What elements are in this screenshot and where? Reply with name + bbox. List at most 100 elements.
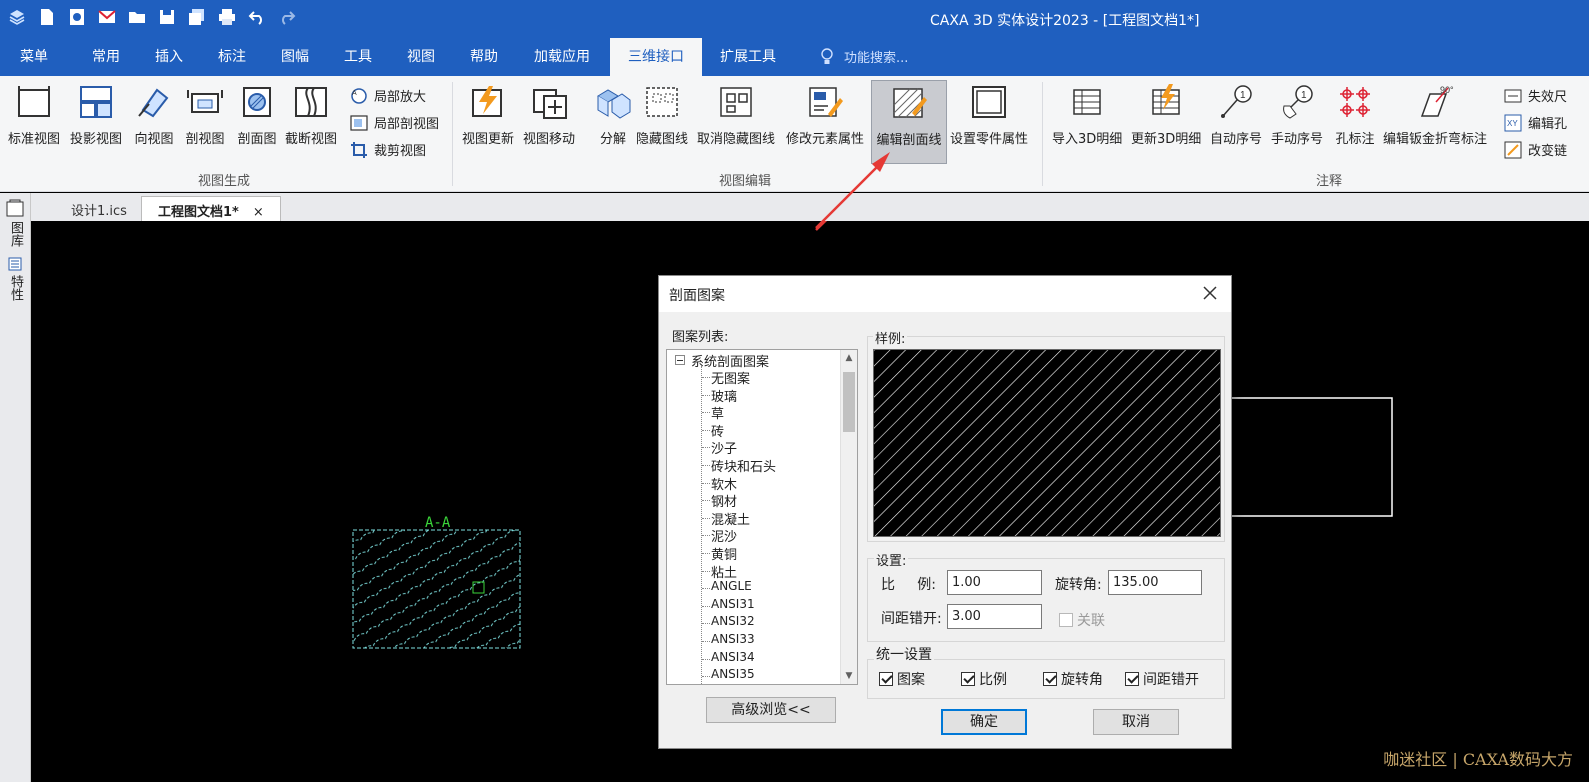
tab-load-apps[interactable]: 加载应用 — [534, 46, 590, 66]
tree-guide-line — [702, 535, 710, 537]
ok-button[interactable]: 确定 — [941, 709, 1027, 735]
standard-view-button[interactable]: 标准视图 — [8, 82, 60, 147]
cancel-button[interactable]: 取消 — [1093, 709, 1179, 735]
pattern-item[interactable]: 混凝土 — [711, 509, 750, 528]
change-chain-button[interactable]: 改变链 — [1504, 140, 1567, 159]
pattern-item[interactable]: ANSI33 — [711, 632, 755, 646]
doc-tab-drawing1[interactable]: 工程图文档1* × — [141, 196, 281, 221]
cross-section-button[interactable]: 剖面图 — [236, 82, 278, 147]
partial-section-button[interactable]: 局部剖视图 — [350, 113, 439, 132]
tab-sheet[interactable]: 图幅 — [281, 46, 309, 66]
unify-scale-checkbox[interactable]: 比例 — [961, 669, 1007, 689]
view-update-button[interactable]: 视图更新 — [462, 82, 514, 147]
set-part-attributes-button[interactable]: 设置零件属性 — [950, 82, 1028, 147]
edit-hole-button[interactable]: XY 编辑孔 — [1504, 113, 1567, 132]
scale-input[interactable]: 1.00 — [947, 570, 1042, 595]
invalid-dimension-button[interactable]: 失效尺 — [1504, 86, 1567, 105]
spacing-input[interactable]: 3.00 — [947, 604, 1042, 629]
pattern-item[interactable]: 砖 — [711, 421, 724, 440]
open-template-icon[interactable] — [66, 6, 88, 28]
tree-guide-line — [702, 412, 710, 414]
unify-spacing-checkbox[interactable]: 间距错开 — [1125, 669, 1199, 689]
pattern-item[interactable]: 软木 — [711, 474, 737, 493]
detail-zoom-button[interactable]: A 局部放大 — [350, 86, 426, 105]
section-view-button[interactable]: 剖视图 — [184, 82, 226, 147]
rotation-input[interactable]: 135.00 — [1108, 570, 1202, 595]
collapse-icon[interactable] — [675, 355, 685, 365]
scroll-up-icon[interactable]: ▲ — [844, 353, 854, 363]
folder-icon[interactable] — [126, 6, 148, 28]
group-label-annotation: 注释 — [1316, 174, 1343, 189]
unify-label: 统一设置 — [874, 644, 934, 664]
layers-icon[interactable] — [6, 6, 28, 28]
tab-menu[interactable]: 菜单 — [20, 46, 48, 66]
save-icon[interactable] — [156, 6, 178, 28]
sidebar-item-library[interactable]: 图库 — [7, 221, 25, 247]
mail-icon[interactable] — [96, 6, 118, 28]
close-icon[interactable] — [1201, 284, 1219, 302]
unify-pattern-checkbox[interactable]: 图案 — [879, 669, 925, 689]
pattern-tree[interactable]: 系统剖面图案 无图案 玻璃草砖沙子 砖块和石头 软木 钢材 混凝土 泥沙 黄铜 粘土 ANGLE A… — [666, 349, 858, 685]
pattern-item[interactable]: 泥沙 — [711, 526, 737, 545]
associate-checkbox[interactable]: 关联 — [1059, 610, 1105, 630]
feature-search[interactable]: 功能搜索... — [820, 47, 908, 66]
pattern-item[interactable]: 黄铜 — [711, 544, 737, 563]
manual-balloon-button[interactable]: 1 手动序号 — [1271, 82, 1323, 147]
pattern-item[interactable]: 玻璃 — [711, 386, 737, 405]
standard-view-icon — [13, 82, 55, 122]
unify-rotation-checkbox[interactable]: 旋转角 — [1043, 669, 1103, 689]
tab-tools[interactable]: 工具 — [344, 46, 372, 66]
view-outline[interactable] — [1230, 397, 1393, 517]
pattern-item[interactable]: ANGLE — [711, 579, 752, 593]
direction-view-button[interactable]: 向视图 — [133, 82, 175, 147]
scroll-thumb[interactable] — [843, 372, 855, 432]
pattern-item[interactable]: ANSI35 — [711, 667, 755, 681]
import-3d-bom-button[interactable]: 导入3D明细 — [1052, 82, 1122, 147]
pattern-item[interactable]: 砖块和石头 — [711, 456, 776, 475]
modify-element-attributes-button[interactable]: 修改元素属性 — [786, 82, 864, 147]
update-3d-bom-button[interactable]: 更新3D明细 — [1131, 82, 1201, 147]
advanced-browse-button[interactable]: 高级浏览<< — [706, 697, 836, 723]
tab-dimension[interactable]: 标注 — [218, 46, 246, 66]
tab-common[interactable]: 常用 — [92, 46, 120, 66]
tab-view[interactable]: 视图 — [407, 46, 435, 66]
sheet-metal-bend-annotation-button[interactable]: 90° 编辑钣金折弯标注 — [1383, 82, 1487, 147]
new-icon[interactable] — [36, 6, 58, 28]
explode-button[interactable]: 分解 — [592, 82, 634, 147]
sidebar-item-properties[interactable]: 特性 — [7, 275, 25, 301]
tree-scrollbar[interactable]: ▲ ▼ — [840, 350, 857, 684]
section-part[interactable] — [352, 529, 521, 649]
pattern-item[interactable]: ANSI31 — [711, 597, 755, 611]
doc-tab-design1[interactable]: 设计1.ics — [55, 196, 143, 221]
undo-icon[interactable] — [246, 6, 268, 28]
tab-insert[interactable]: 插入 — [155, 46, 183, 66]
properties-icon[interactable] — [8, 257, 22, 271]
pattern-item[interactable]: 沙子 — [711, 438, 737, 457]
pattern-item[interactable]: 钢材 — [711, 491, 737, 510]
tab-3d-interface[interactable]: 三维接口 — [610, 38, 702, 76]
unhide-lines-button[interactable]: 取消隐藏图线 — [697, 82, 775, 147]
projection-view-button[interactable]: 投影视图 — [70, 82, 122, 147]
tab-extension-tools[interactable]: 扩展工具 — [720, 46, 776, 66]
pattern-item[interactable]: ANSI34 — [711, 650, 755, 664]
hatch-pattern-dialog: 剖面图案 图案列表: 系统剖面图案 无图案 玻璃草砖沙子 砖块和石头 软木 钢材 混凝土泥… — [658, 275, 1232, 749]
auto-balloon-button[interactable]: 1 自动序号 — [1210, 82, 1262, 147]
pattern-item[interactable]: 草 — [711, 403, 724, 422]
hole-annotation-button[interactable]: 孔标注 — [1334, 82, 1376, 147]
projection-view-icon — [75, 82, 117, 122]
redo-icon[interactable] — [276, 6, 298, 28]
view-move-button[interactable]: 视图移动 — [523, 82, 575, 147]
hide-lines-button[interactable]: 隐藏图线 — [636, 82, 688, 147]
pattern-item[interactable]: 无图案 — [711, 368, 750, 387]
save-all-icon[interactable] — [186, 6, 208, 28]
break-view-button[interactable]: 截断视图 — [285, 82, 337, 147]
tab-help[interactable]: 帮助 — [470, 46, 498, 66]
library-icon[interactable] — [6, 199, 24, 217]
pattern-item[interactable]: 粘土 — [711, 562, 737, 581]
scroll-down-icon[interactable]: ▼ — [844, 671, 854, 681]
tree-guide-line — [702, 623, 710, 625]
close-icon[interactable]: × — [253, 205, 264, 220]
print-icon[interactable] — [216, 6, 238, 28]
crop-view-button[interactable]: 裁剪视图 — [350, 140, 426, 159]
pattern-item[interactable]: ANSI32 — [711, 614, 755, 628]
